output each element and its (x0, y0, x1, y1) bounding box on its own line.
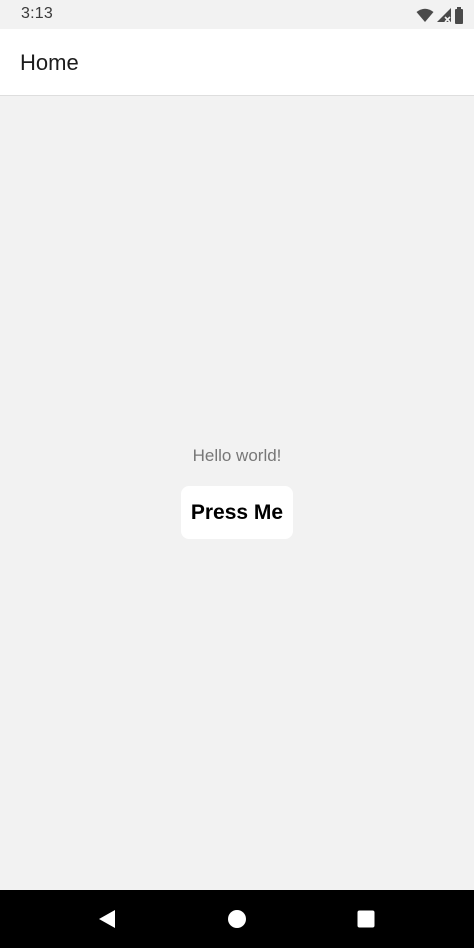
wifi-icon (416, 8, 434, 23)
hello-text: Hello world! (192, 446, 282, 465)
back-icon[interactable] (95, 907, 119, 931)
page-title: Home (20, 50, 79, 75)
home-icon[interactable] (225, 907, 249, 931)
battery-icon (454, 6, 464, 24)
recents-icon[interactable] (354, 907, 378, 931)
status-icons (416, 5, 464, 25)
signal-icon (436, 7, 452, 23)
status-time: 3:13 (21, 5, 53, 22)
app-bar: Home (0, 29, 474, 96)
main-content: Hello world! Press Me (0, 96, 474, 890)
status-bar: 3:13 (0, 0, 474, 29)
navigation-bar (0, 890, 474, 948)
press-me-button[interactable]: Press Me (181, 486, 293, 539)
